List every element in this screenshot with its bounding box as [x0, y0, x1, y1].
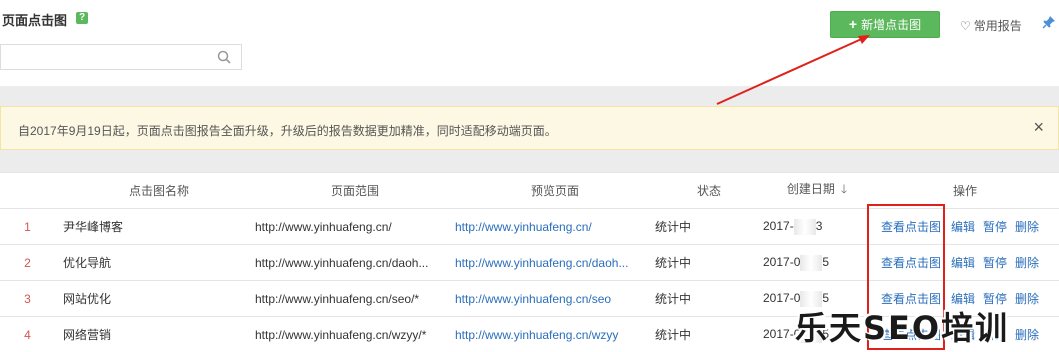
- annotation-arrow-icon: [716, 35, 870, 105]
- watermark: 乐天SEO培训: [795, 309, 1010, 347]
